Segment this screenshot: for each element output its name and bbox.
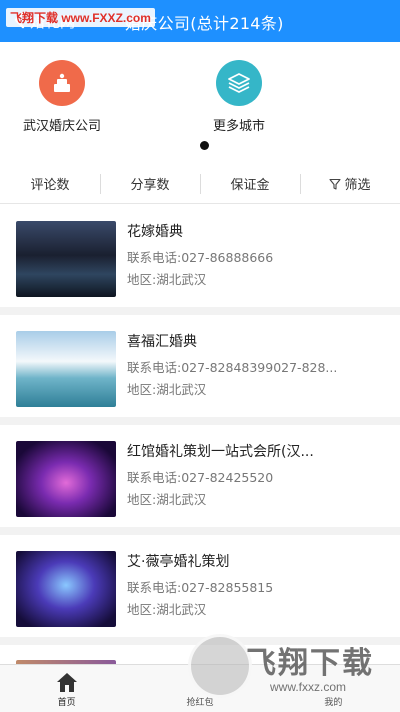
company-phone: 联系电话:027-86888666 xyxy=(127,250,274,265)
category-panel: 武汉婚庆公司 更多城市 xyxy=(0,42,400,160)
company-area: 地区:湖北武汉 xyxy=(127,382,207,397)
company-list: 花嫁婚典 联系电话:027-86888666 地区:湖北武汉 喜福汇婚典 联系电… xyxy=(0,205,400,645)
sort-deposit-button[interactable]: 保证金 xyxy=(200,164,300,203)
company-phone: 联系电话:027-82425520 xyxy=(127,470,274,485)
layers-icon xyxy=(216,60,262,106)
category-more-cities[interactable]: 更多城市 xyxy=(184,60,294,134)
tab-mine[interactable]: 我的 xyxy=(267,665,400,712)
tab-home-label: 首页 xyxy=(57,698,76,708)
company-name: 花嫁婚典 xyxy=(127,224,183,240)
list-item[interactable]: 艾·薇亭婚礼策划 联系电话:027-82855815 地区:湖北武汉 xyxy=(0,535,400,645)
company-area: 地区:湖北武汉 xyxy=(127,492,207,507)
tab-home[interactable]: 首页 xyxy=(0,665,133,712)
company-area: 地区:湖北武汉 xyxy=(127,602,207,617)
tab-red-packet[interactable]: 抢红包 xyxy=(133,665,266,712)
company-thumbnail xyxy=(16,551,116,627)
page-indicator-dot[interactable] xyxy=(200,141,209,150)
company-thumbnail xyxy=(16,441,116,517)
company-name: 红馆婚礼策划一站式会所(汉... xyxy=(127,444,314,460)
list-item[interactable]: 花嫁婚典 联系电话:027-86888666 地区:湖北武汉 xyxy=(0,205,400,315)
company-thumbnail xyxy=(16,221,116,297)
company-phone: 联系电话:027-82855815 xyxy=(127,580,274,595)
category-wuhan-wedding[interactable]: 武汉婚庆公司 xyxy=(7,60,117,134)
watermark-top: 飞翔下载 www.FXXZ.com xyxy=(6,8,155,27)
sort-shares-label: 分享数 xyxy=(130,178,170,193)
category-label: 武汉婚庆公司 xyxy=(22,119,101,134)
sort-comments-button[interactable]: 评论数 xyxy=(0,164,100,203)
sort-deposit-label: 保证金 xyxy=(230,178,270,193)
company-phone: 联系电话:027-82848399027-828... xyxy=(127,360,338,375)
company-area: 地区:湖北武汉 xyxy=(127,272,207,287)
sort-shares-button[interactable]: 分享数 xyxy=(100,164,200,203)
company-name: 喜福汇婚典 xyxy=(127,334,197,350)
tab-mine-label: 我的 xyxy=(324,698,343,708)
list-item[interactable]: 红馆婚礼策划一站式会所(汉... 联系电话:027-82425520 地区:湖北… xyxy=(0,425,400,535)
app-header: 婚礼网 婚庆公司(总计214条) 飞翔下载 www.FXXZ.com xyxy=(0,0,400,42)
sort-comments-label: 评论数 xyxy=(30,178,70,193)
tab-red-packet-label: 抢红包 xyxy=(186,698,214,708)
sort-filter-bar: 评论数 分享数 保证金 筛选 xyxy=(0,164,400,204)
filter-label: 筛选 xyxy=(344,178,371,193)
company-thumbnail xyxy=(16,331,116,407)
list-item[interactable]: 喜福汇婚典 联系电话:027-82848399027-828... 地区:湖北武… xyxy=(0,315,400,425)
funnel-icon xyxy=(329,178,342,190)
company-name: 艾·薇亭婚礼策划 xyxy=(127,554,230,570)
category-label: 更多城市 xyxy=(212,119,265,134)
wedding-cake-icon xyxy=(39,60,85,106)
bottom-tab-bar: 首页 抢红包 我的 xyxy=(0,664,400,712)
home-icon xyxy=(56,673,77,692)
filter-button[interactable]: 筛选 xyxy=(300,164,400,203)
